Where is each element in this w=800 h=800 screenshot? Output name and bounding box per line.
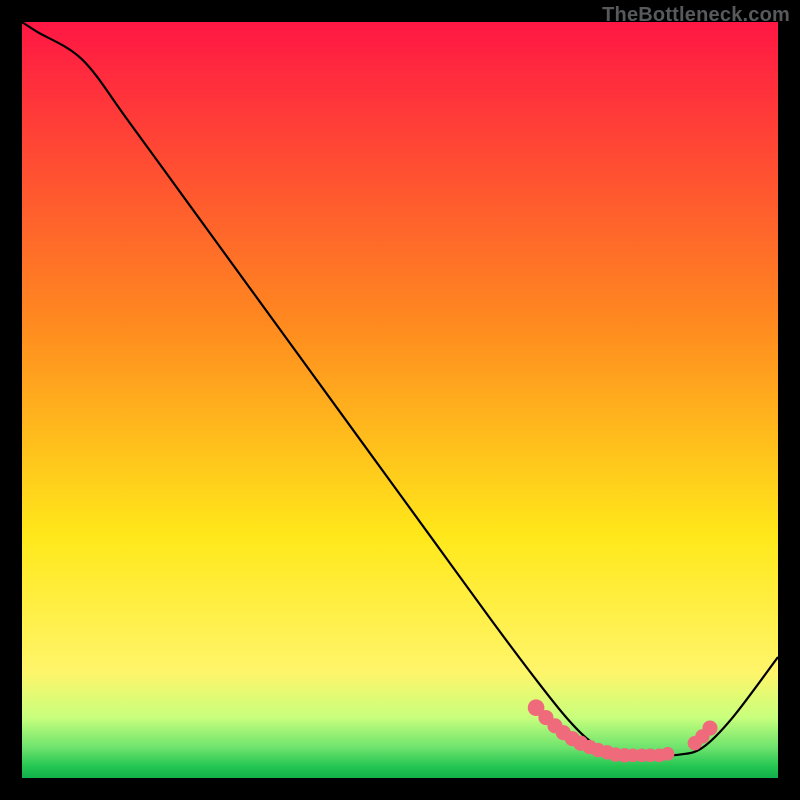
watermark-label: TheBottleneck.com [602,4,790,27]
fit-marker [661,747,675,761]
chart-background [22,22,778,778]
chart-stage: TheBottleneck.com [0,0,800,800]
fit-marker [702,721,717,736]
bottleneck-chart [22,22,778,778]
